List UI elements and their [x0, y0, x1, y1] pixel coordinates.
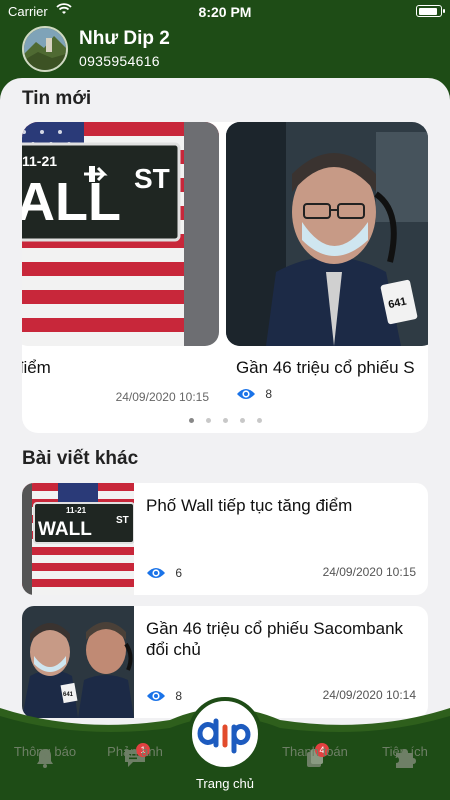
user-name: Như Dip 2 [79, 28, 170, 49]
featured-card-date: 24/09/2020 10:15 [115, 390, 209, 404]
svg-text:WALL: WALL [38, 519, 92, 540]
nav-item-utilities[interactable]: Tiện ích [360, 744, 450, 759]
carousel-pager [22, 418, 428, 426]
wall-street-image: 11-21 ALL ST [22, 122, 219, 346]
svg-text:11-21: 11-21 [22, 153, 57, 169]
article-views: 6 [146, 565, 182, 581]
avatar[interactable] [22, 26, 68, 72]
svg-text:ALL: ALL [22, 172, 121, 232]
article-date: 24/09/2020 10:15 [322, 565, 416, 579]
pager-dot[interactable] [222, 418, 228, 423]
other-articles-title: Bài viết khác [22, 448, 139, 469]
eye-icon [237, 388, 255, 399]
status-time: 8:20 PM [198, 4, 252, 20]
nav-item-notifications[interactable]: Thông báo [0, 744, 90, 759]
article-title[interactable]: Phố Wall tiếp tục tăng điểm [146, 495, 418, 516]
featured-card-title[interactable]: Gần 46 triệu cổ phiếu S [236, 358, 415, 378]
featured-card[interactable]: 11-21 ALL ST điểm 24/09/2020 10:15 [22, 122, 219, 433]
pager-dot[interactable] [239, 418, 245, 423]
featured-card-views: 8 [236, 386, 272, 402]
dip-logo-icon [197, 718, 251, 754]
svg-text:ST: ST [134, 163, 170, 194]
featured-card-title[interactable]: điểm [22, 358, 51, 378]
pager-dot[interactable] [256, 418, 262, 423]
svg-text:ST: ST [116, 515, 129, 526]
nav-item-payment[interactable]: Thanh toán [270, 744, 360, 759]
view-count: 6 [175, 565, 183, 580]
eye-icon [147, 567, 165, 578]
svg-text:11-21: 11-21 [66, 506, 87, 515]
content-sheet: Tin mới 11-21 ALL ST iểm 24/09/2020 10:1… [0, 78, 450, 800]
pager-dot[interactable] [188, 418, 194, 423]
home-button[interactable] [188, 697, 262, 771]
pager-dot[interactable] [205, 418, 211, 423]
nav-item-feedback[interactable]: Phản ánh [90, 744, 180, 759]
wall-street-thumbnail: 11-21 WALL ST [22, 483, 134, 595]
latest-news-title: Tin mới [22, 88, 92, 109]
status-bar: Carrier 8:20 PM [0, 0, 450, 22]
trader-image: 641 [226, 122, 428, 346]
view-count: 8 [265, 386, 273, 401]
nav-item-home[interactable]: Trang chủ [180, 776, 270, 791]
battery-icon [416, 5, 445, 17]
list-item[interactable]: 11-21 WALL ST Phố Wall tiếp tục tăng điể… [22, 483, 428, 595]
featured-card[interactable]: 641 Gần 46 triệu cổ phiếu S 8 [226, 122, 428, 433]
article-title[interactable]: Gần 46 triệu cổ phiếu Sacombank đổi chủ [146, 618, 418, 660]
svg-text:641: 641 [63, 692, 74, 698]
featured-carousel[interactable]: 11-21 ALL ST điểm 24/09/2020 10:15 [22, 122, 428, 433]
user-phone: 0935954616 [79, 53, 160, 69]
